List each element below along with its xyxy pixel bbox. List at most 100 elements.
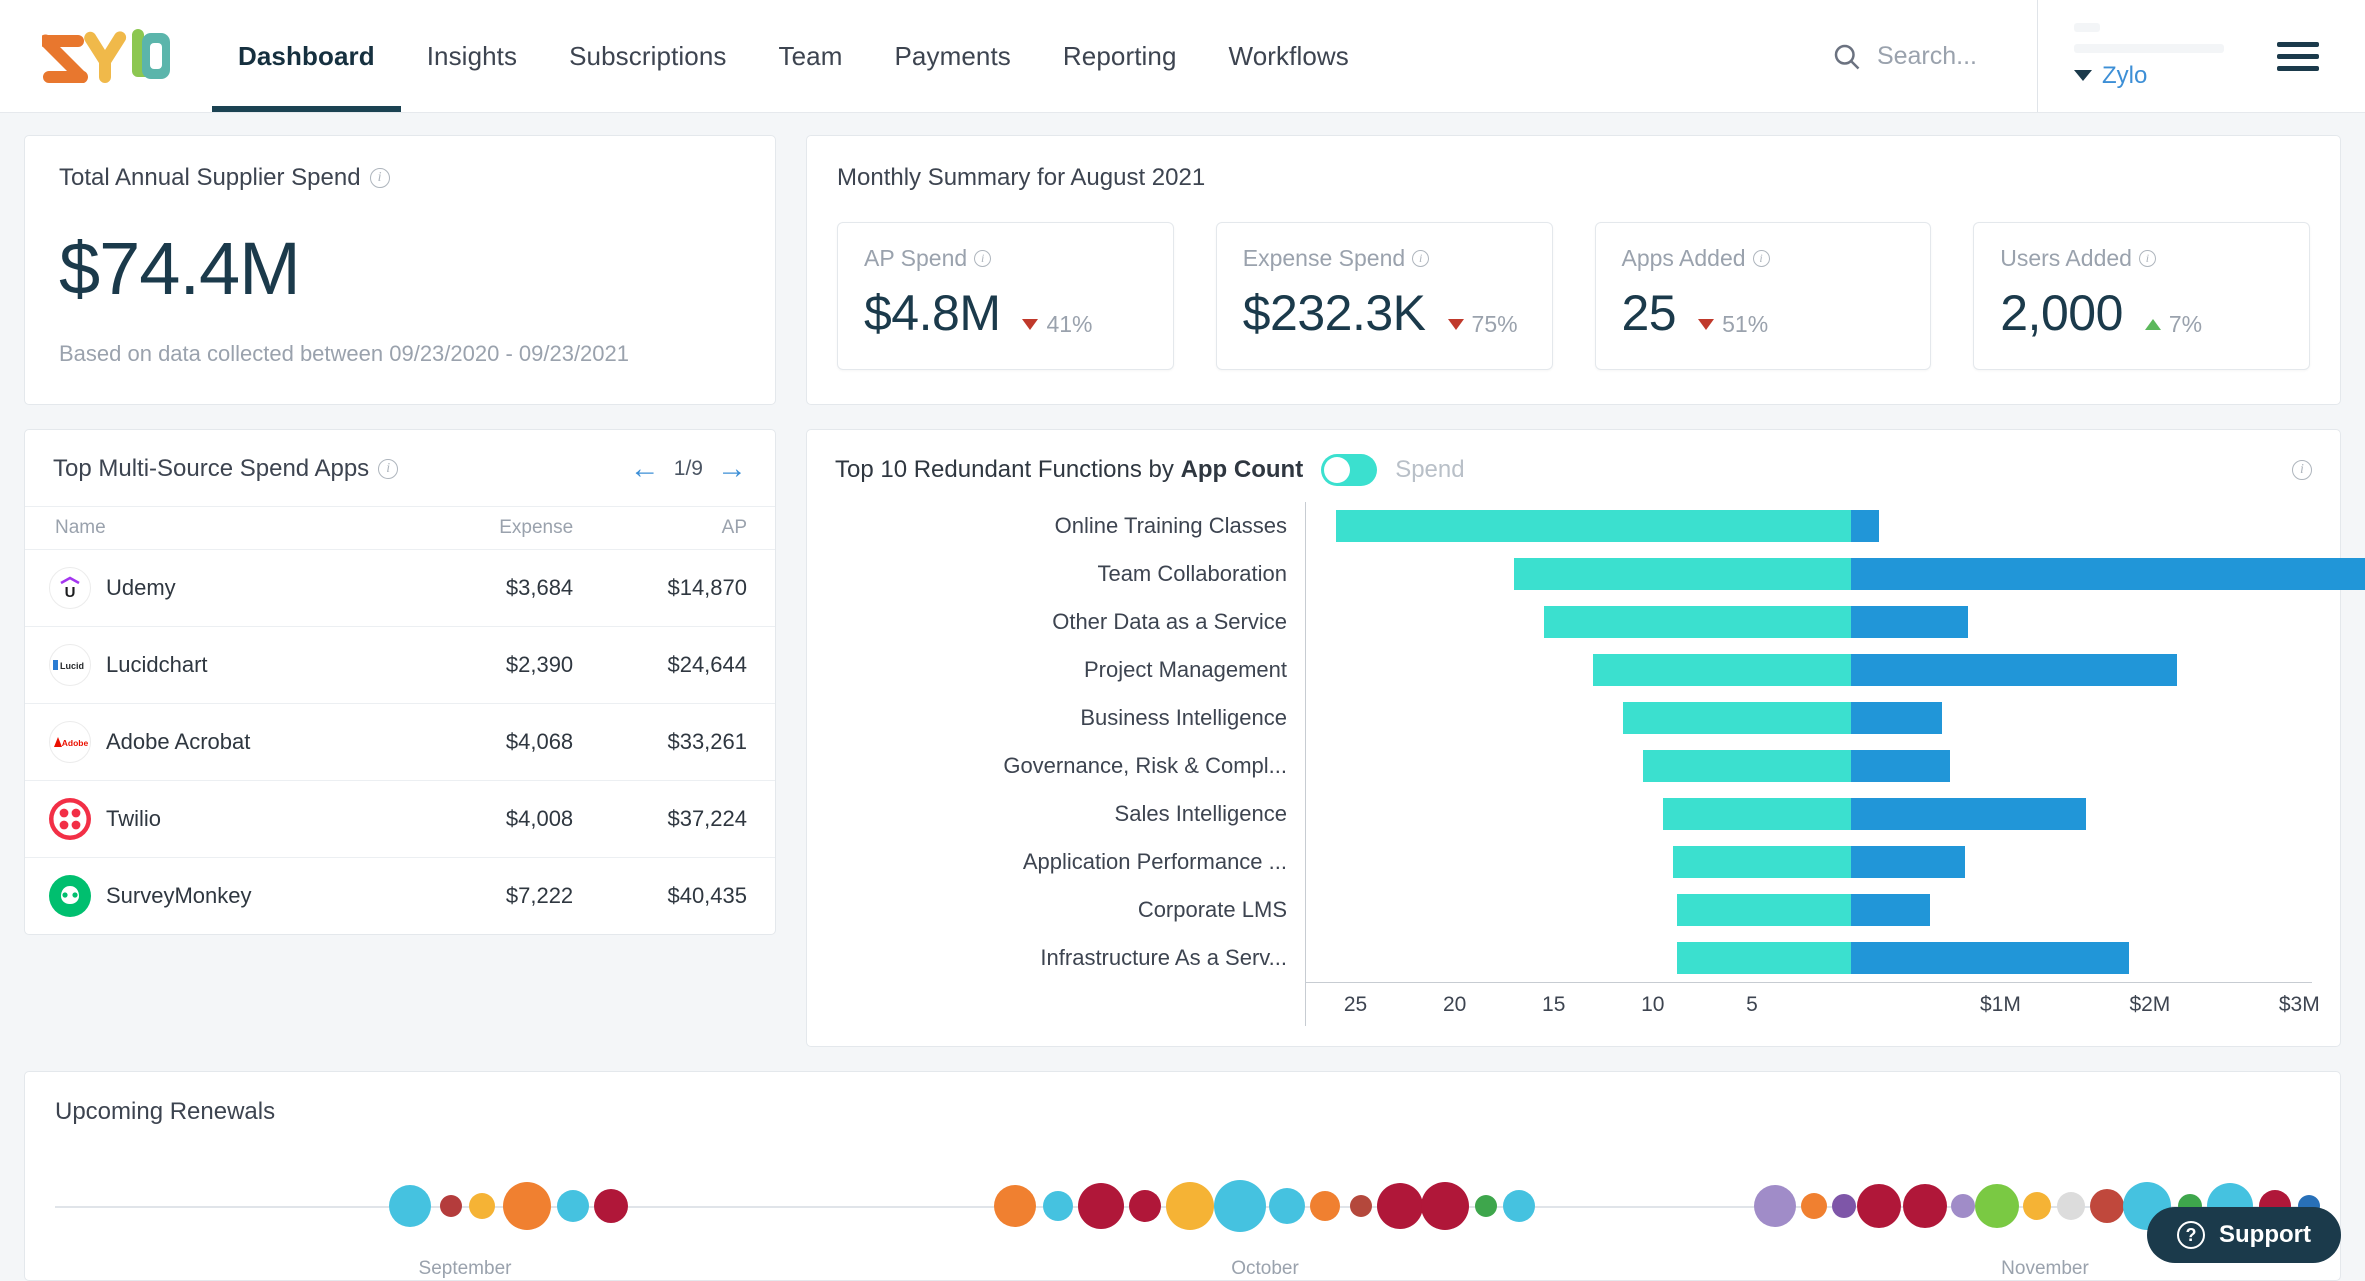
bar-segment-app-count <box>1677 942 1851 974</box>
card-title-text: Top Multi-Source Spend Apps <box>53 455 369 483</box>
column-header-ap[interactable]: AP <box>601 507 775 550</box>
trend-down-icon <box>1448 319 1464 330</box>
renewal-bubble[interactable] <box>1801 1193 1827 1219</box>
chart-bar-row[interactable] <box>1306 934 2312 982</box>
nav-item-team[interactable]: Team <box>753 0 869 112</box>
table-row[interactable]: SurveyMonkey $7,222 $40,435 <box>25 858 775 935</box>
nav-item-payments[interactable]: Payments <box>868 0 1036 112</box>
chart-bar-row[interactable] <box>1306 886 2312 934</box>
nav-item-subscriptions[interactable]: Subscriptions <box>543 0 752 112</box>
nav-item-workflows[interactable]: Workflows <box>1203 0 1375 112</box>
kpi-ap-spend[interactable]: AP Spend i $4.8M 41% <box>837 222 1174 370</box>
chart-bar-row[interactable] <box>1306 838 2312 886</box>
account-name-row[interactable]: Zylo <box>2074 62 2231 90</box>
chart-title-metric: App Count <box>1181 456 1304 483</box>
renewal-bubble[interactable] <box>1475 1195 1497 1217</box>
next-page-arrow-icon[interactable]: → <box>717 454 747 484</box>
info-icon[interactable]: i <box>1412 250 1429 267</box>
category-label: Business Intelligence <box>835 694 1305 742</box>
renewal-bubble[interactable] <box>469 1193 495 1219</box>
kpi-label-text: Users Added <box>2000 245 2132 272</box>
prev-page-arrow-icon[interactable]: ← <box>630 454 660 484</box>
expense-cell: $4,008 <box>436 781 601 858</box>
renewal-bubble[interactable] <box>1269 1188 1305 1224</box>
table-pager: ← 1/9 → <box>630 454 747 484</box>
renewal-bubble[interactable] <box>1078 1183 1124 1229</box>
renewal-bubble[interactable] <box>1857 1184 1901 1228</box>
chart-bar-row[interactable] <box>1306 502 2312 550</box>
column-header-name[interactable]: Name <box>25 507 436 550</box>
renewal-bubble[interactable] <box>1903 1184 1947 1228</box>
hamburger-menu-icon[interactable] <box>2267 0 2365 112</box>
info-icon[interactable]: i <box>2292 460 2312 480</box>
metric-toggle-switch[interactable] <box>1321 454 1377 486</box>
column-header-expense[interactable]: Expense <box>436 507 601 550</box>
renewal-bubble[interactable] <box>1043 1191 1073 1221</box>
zylo-logo-mark <box>42 29 172 83</box>
chart-bar-row[interactable] <box>1306 742 2312 790</box>
svg-text:U: U <box>65 584 76 601</box>
kpi-row: AP Spend i $4.8M 41% Expense Spend <box>837 222 2310 370</box>
table-row[interactable]: Lucid Lucidchart $2,390 $24,644 <box>25 627 775 704</box>
account-switcher[interactable]: Zylo <box>2037 0 2267 112</box>
renewal-bubble[interactable] <box>1503 1190 1535 1222</box>
table-row[interactable]: U Udemy $3,684 $14,870 <box>25 550 775 627</box>
renewal-bubble[interactable] <box>1377 1183 1423 1229</box>
renewal-bubble[interactable] <box>594 1189 628 1223</box>
chart-bar-row[interactable] <box>1306 790 2312 838</box>
search-placeholder: Search... <box>1877 42 1977 71</box>
toggle-spend-label[interactable]: Spend <box>1395 456 1464 484</box>
chart-plot: 252015105$1M$2M$3M$4M <box>1305 502 2312 1026</box>
renewal-bubble[interactable] <box>1832 1194 1856 1218</box>
nav-label: Team <box>779 41 843 72</box>
kpi-expense-spend[interactable]: Expense Spend i $232.3K 75% <box>1216 222 1553 370</box>
info-icon[interactable]: i <box>370 168 390 188</box>
renewal-bubble[interactable] <box>1214 1180 1266 1232</box>
renewal-bubble[interactable] <box>1310 1191 1340 1221</box>
renewal-bubble[interactable] <box>1421 1182 1469 1230</box>
support-button[interactable]: ? Support <box>2147 1207 2341 1263</box>
kpi-users-added[interactable]: Users Added i 2,000 7% <box>1973 222 2310 370</box>
chart-title-prefix: Top 10 Redundant Functions by <box>835 456 1181 483</box>
info-icon[interactable]: i <box>2139 250 2156 267</box>
nav-item-insights[interactable]: Insights <box>401 0 543 112</box>
renewal-bubble[interactable] <box>2090 1189 2124 1223</box>
chart-bar-row[interactable] <box>1306 646 2312 694</box>
renewal-bubble[interactable] <box>1166 1182 1214 1230</box>
trend-down-icon <box>1022 319 1038 330</box>
table-row[interactable]: Adobe Adobe Acrobat $4,068 $33,261 <box>25 704 775 781</box>
category-label: Online Training Classes <box>835 502 1305 550</box>
zylo-logo[interactable] <box>0 0 212 112</box>
renewal-bubble[interactable] <box>557 1190 589 1222</box>
nav-label: Subscriptions <box>569 41 726 72</box>
nav-item-dashboard[interactable]: Dashboard <box>212 0 401 112</box>
nav-item-reporting[interactable]: Reporting <box>1037 0 1203 112</box>
renewal-bubble[interactable] <box>1951 1194 1975 1218</box>
app-name: Adobe Acrobat <box>106 729 250 755</box>
renewal-bubble[interactable] <box>503 1182 551 1230</box>
renewal-bubble[interactable] <box>1754 1185 1796 1227</box>
udemy-logo-icon: U <box>49 567 91 609</box>
bar-segment-spend <box>1851 510 1879 542</box>
renewal-bubble[interactable] <box>389 1185 431 1227</box>
renewal-bubble[interactable] <box>440 1195 462 1217</box>
info-icon[interactable]: i <box>1753 250 1770 267</box>
chart-bar-row[interactable] <box>1306 550 2312 598</box>
chart-bar-row[interactable] <box>1306 598 2312 646</box>
bar-segment-app-count <box>1677 894 1851 926</box>
renewal-bubble[interactable] <box>1129 1190 1161 1222</box>
info-icon[interactable]: i <box>378 459 398 479</box>
renewal-bubble[interactable] <box>994 1185 1036 1227</box>
renewal-bubble[interactable] <box>1975 1184 2019 1228</box>
renewals-title: Upcoming Renewals <box>55 1098 2310 1126</box>
kpi-apps-added[interactable]: Apps Added i 25 51% <box>1595 222 1932 370</box>
dashboard-stage: Total Annual Supplier Spend i $74.4M Bas… <box>0 113 2365 1281</box>
renewal-bubble[interactable] <box>1350 1195 1372 1217</box>
x-axis-tick-count: 25 <box>1344 993 1367 1017</box>
table-row[interactable]: Twilio $4,008 $37,224 <box>25 781 775 858</box>
info-icon[interactable]: i <box>974 250 991 267</box>
renewal-bubble[interactable] <box>2023 1192 2051 1220</box>
search-input[interactable]: Search... <box>1811 0 2037 112</box>
chart-bar-row[interactable] <box>1306 694 2312 742</box>
renewal-bubble[interactable] <box>2057 1192 2085 1220</box>
